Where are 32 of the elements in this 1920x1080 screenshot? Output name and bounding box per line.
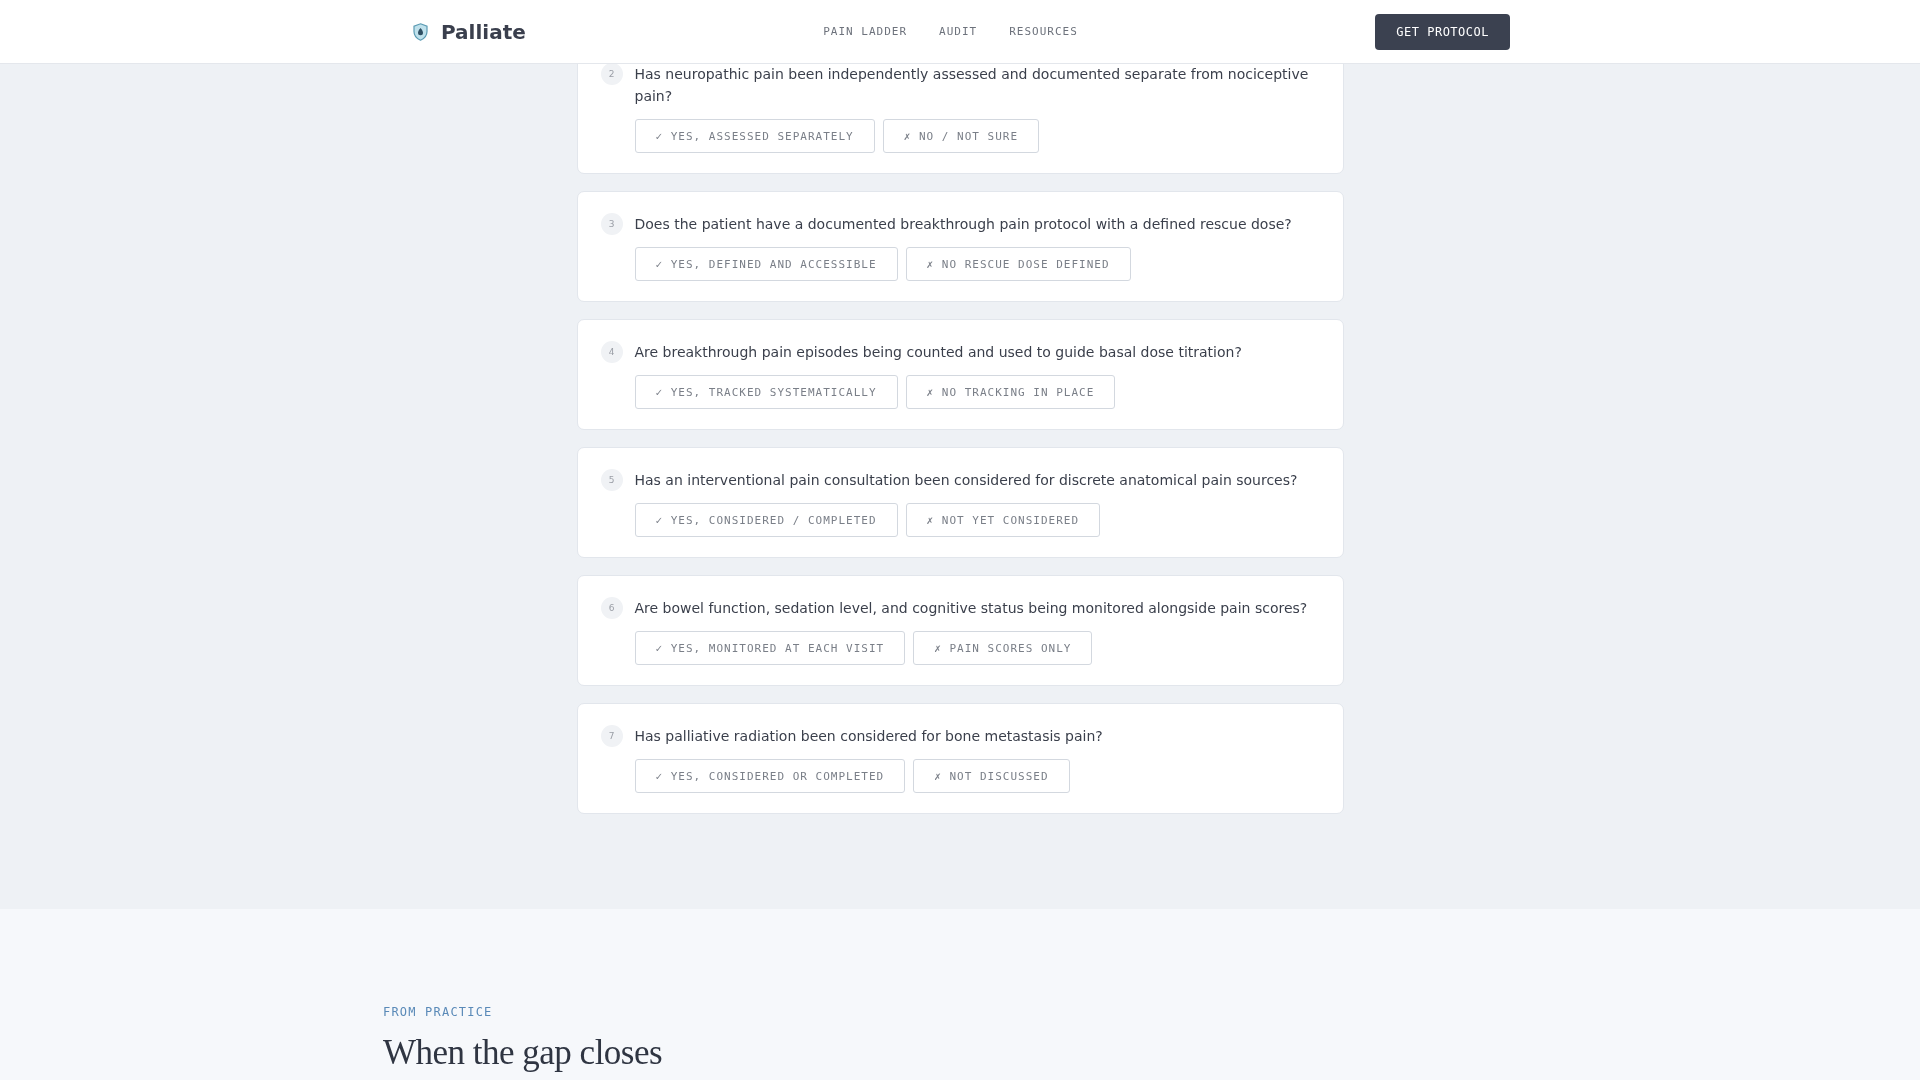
answer-button[interactable]: ✓ YES, CONSIDERED OR COMPLETED <box>634 759 906 793</box>
section-heading: When the gap closes <box>383 1033 664 1073</box>
nav-link[interactable]: AUDIT <box>939 25 978 38</box>
nav-link[interactable]: RESOURCES <box>1009 25 1078 38</box>
answer-button[interactable]: ✓ YES, CONSIDERED / COMPLETED <box>634 503 898 537</box>
answer-button[interactable]: ✗ NO / NOT SURE <box>882 119 1040 153</box>
question-number: 3 <box>600 213 623 235</box>
brand-name: Palliate <box>441 19 526 44</box>
nav-link[interactable]: PAIN LADDER <box>823 25 908 38</box>
question-text: Has palliative radiation been considered for bone metastasis pain? <box>634 727 1104 746</box>
get-protocol-button[interactable]: GET PROTOCOL <box>1375 13 1510 50</box>
question-number: 6 <box>600 597 623 619</box>
question-number: 2 <box>600 63 623 85</box>
answer-button[interactable]: ✓ YES, MONITORED AT EACH VISIT <box>634 631 906 665</box>
answer-button[interactable]: ✗ NO RESCUE DOSE DEFINED <box>905 247 1131 281</box>
question-number: 5 <box>600 469 623 491</box>
answer-button[interactable]: ✗ NOT YET CONSIDERED <box>905 503 1100 537</box>
question-number: 7 <box>600 725 623 747</box>
answer-button[interactable]: ✓ YES, ASSESSED SEPARATELY <box>634 119 875 153</box>
question-text: Does the patient have a documented breakthrough pain protocol with a defined rescue dose? <box>634 215 1293 234</box>
question-number: 4 <box>600 341 623 363</box>
question-text: Has an interventional pain consultation been considered for discrete anatomical pain sources? <box>634 471 1299 490</box>
question-text: Are breakthrough pain episodes being counted and used to guide basal dose titration? <box>634 343 1243 362</box>
answer-button[interactable]: ✗ PAIN SCORES ONLY <box>913 631 1093 665</box>
answer-button[interactable]: ✗ NO TRACKING IN PLACE <box>905 375 1116 409</box>
answer-button[interactable]: ✓ YES, TRACKED SYSTEMATICALLY <box>634 375 898 409</box>
section-eyebrow: FROM PRACTICE <box>383 1005 494 1019</box>
question-text: Are bowel function, sedation level, and cognitive status being monitored alongside pain scores? <box>634 599 1309 618</box>
answer-button[interactable]: ✓ YES, DEFINED AND ACCESSIBLE <box>634 247 898 281</box>
answer-button[interactable]: ✗ NOT DISCUSSED <box>913 759 1070 793</box>
shield-icon <box>413 22 428 41</box>
question-text: Has neuropathic pain been independently assessed and documented separate from nociceptive pain? <box>634 65 1310 106</box>
